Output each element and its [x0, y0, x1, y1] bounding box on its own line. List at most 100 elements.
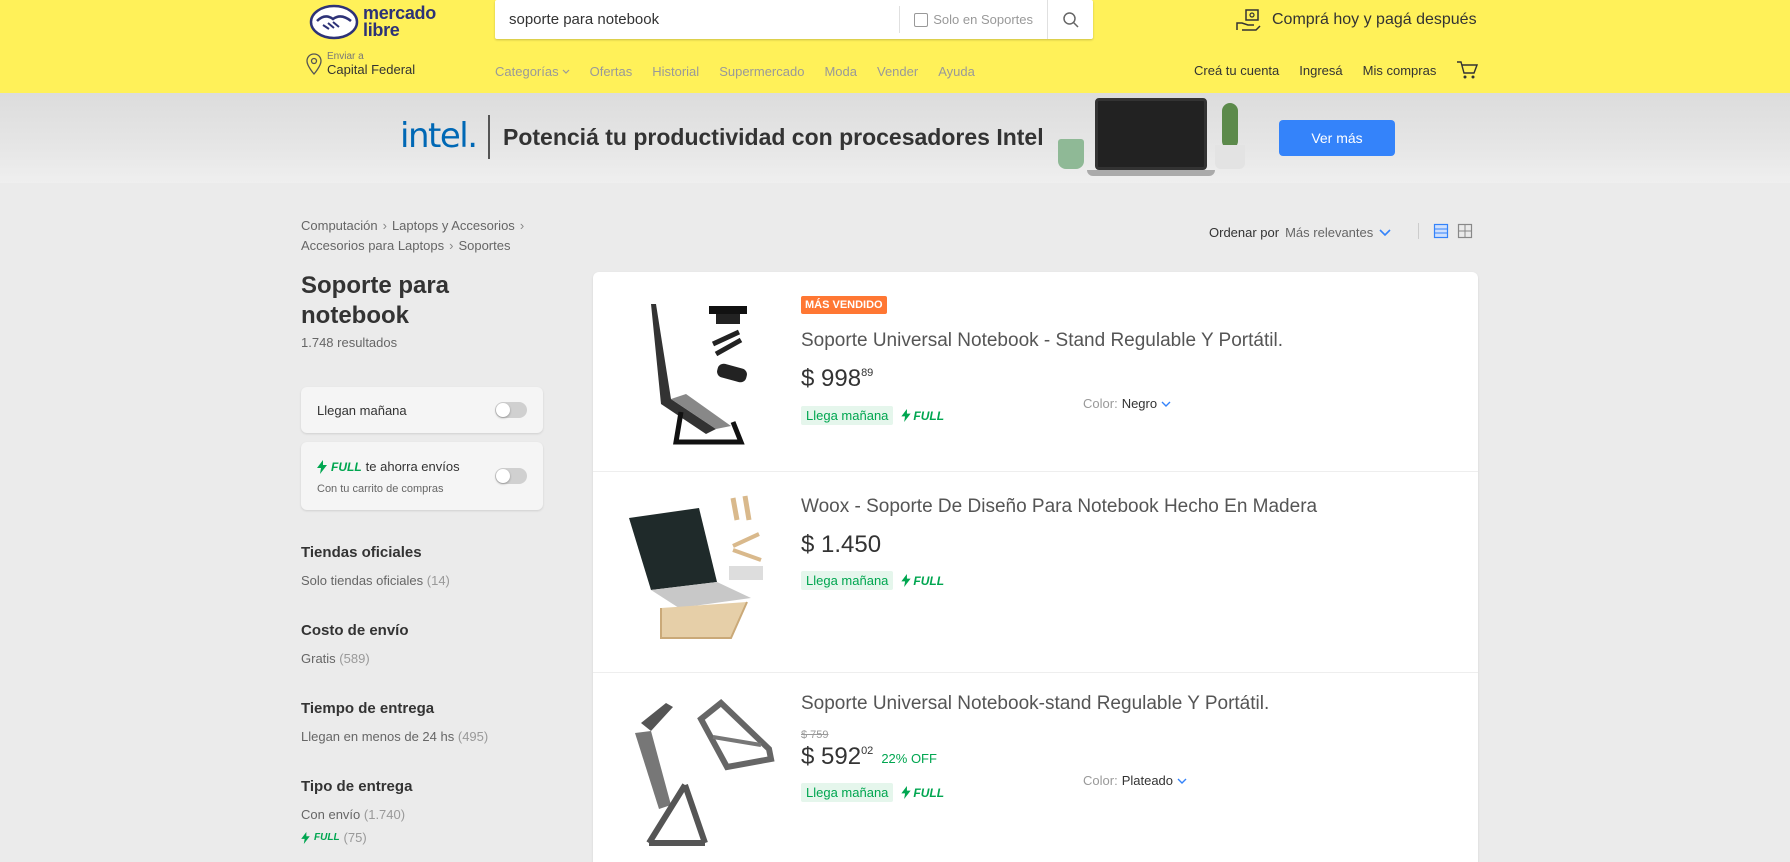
banner-cactus-image — [1222, 103, 1238, 149]
sort-control[interactable]: Ordenar por Más relevantes — [1209, 225, 1391, 240]
product-image[interactable] — [621, 490, 781, 650]
lightning-icon — [901, 574, 912, 587]
old-price: $ 759 — [801, 729, 829, 741]
filter-llegan-manana[interactable]: Llegan mañana — [301, 387, 543, 433]
product-image[interactable] — [621, 693, 781, 853]
intel-promo-banner[interactable]: intel. Potenciá tu productividad con pro… — [0, 93, 1790, 183]
filter-option[interactable]: FULL (75) — [301, 830, 412, 845]
nav-ayuda[interactable]: Ayuda — [938, 64, 975, 79]
color-value: Negro — [1121, 396, 1158, 411]
location-pin-icon — [306, 53, 322, 75]
banner-pot-image — [1215, 145, 1245, 169]
product-price: $ 592 02 22% OFF — [801, 743, 937, 771]
filter-option[interactable]: Gratis (589) — [301, 651, 409, 666]
my-purchases-link[interactable]: Mis compras — [1363, 63, 1437, 78]
filter-full[interactable]: FULL te ahorra envíos Con tu carrito de … — [301, 442, 543, 510]
promo-link[interactable]: Comprá hoy y pagá después — [1236, 8, 1477, 32]
color-value: Plateado — [1121, 773, 1174, 788]
chevron-right-icon: › — [519, 218, 525, 233]
product-title[interactable]: Woox - Soporte De Diseño Para Notebook H… — [801, 496, 1317, 518]
banner-ver-mas-button[interactable]: Ver más — [1279, 120, 1395, 156]
search-input[interactable] — [495, 0, 900, 39]
sort-label: Ordenar por — [1209, 225, 1280, 240]
nav-moda[interactable]: Moda — [824, 64, 857, 79]
search-bar: Solo en Soportes — [495, 0, 1093, 39]
filter-option-count: (75) — [343, 830, 367, 845]
product-price: $ 998 89 — [801, 365, 873, 393]
price-amount: $ 1.450 — [801, 531, 882, 558]
breadcrumb-computacion[interactable]: Computación — [301, 218, 378, 233]
handshake-logo-icon — [309, 4, 359, 40]
product-price: $ 1.450 — [801, 531, 881, 559]
breadcrumb-soportes[interactable]: Soportes — [458, 238, 510, 253]
filter-section-title: Costo de envío — [301, 622, 409, 639]
arrival-badge: Llega mañana — [801, 571, 894, 590]
shipping-location[interactable]: Enviar a Capital Federal — [306, 51, 415, 77]
filter-option-label: Gratis — [301, 651, 336, 666]
filter-full-label: te ahorra envíos — [365, 459, 460, 474]
search-scope-filter[interactable]: Solo en Soportes — [899, 6, 1047, 33]
hand-money-icon — [1236, 9, 1261, 31]
page-title: Soporte para notebook — [301, 272, 450, 329]
list-item[interactable]: Woox - Soporte De Diseño Para Notebook H… — [593, 472, 1478, 673]
filter-option-label: Con envío — [301, 807, 361, 822]
search-scope-label: Solo en Soportes — [933, 12, 1033, 27]
filter-llegan-manana-label: Llegan mañana — [317, 403, 407, 418]
color-label: Color: — [1083, 773, 1118, 788]
breadcrumb-accesorios[interactable]: Accesorios para Laptops — [301, 238, 444, 253]
logo-line2: libre — [363, 20, 400, 40]
product-title[interactable]: Soporte Universal Notebook-stand Regulab… — [801, 693, 1269, 715]
intel-logo: intel. — [400, 116, 478, 156]
full-badge: FULL — [913, 785, 945, 800]
lightning-icon — [317, 459, 327, 474]
price-amount: $ 998 — [801, 365, 862, 392]
nav-historial[interactable]: Historial — [652, 64, 699, 79]
mercadolibre-logo[interactable]: mercado libre — [309, 3, 436, 41]
filter-option[interactable]: Llegan en menos de 24 hs (495) — [301, 729, 488, 744]
filter-option-label: Solo tiendas oficiales — [301, 573, 424, 588]
list-item[interactable]: Soporte Universal Notebook-stand Regulab… — [593, 673, 1478, 862]
filter-section-title: Tipo de entrega — [301, 778, 413, 795]
chevron-down-icon — [1177, 778, 1187, 784]
list-item[interactable]: MÁS VENDIDO Soporte Universal Notebook -… — [593, 272, 1478, 472]
filter-option-count: (589) — [339, 651, 370, 666]
login-link[interactable]: Ingresá — [1299, 63, 1342, 78]
view-divider — [1418, 223, 1419, 239]
filter-option[interactable]: Con envío (1.740) — [301, 807, 412, 822]
nav-ofertas[interactable]: Ofertas — [590, 64, 633, 79]
sort-value: Más relevantes — [1285, 225, 1374, 240]
full-badge: FULL — [913, 573, 945, 588]
filter-section-title: Tiendas oficiales — [301, 544, 422, 561]
product-image[interactable] — [621, 294, 781, 454]
search-scope-checkbox[interactable] — [914, 12, 929, 27]
filter-costo-envio: Costo de envío Gratis (589) — [301, 622, 409, 666]
banner-laptop-image — [1087, 98, 1215, 176]
results-count: 1.748 resultados — [301, 335, 398, 350]
color-selector[interactable]: Color: Negro — [1083, 396, 1171, 411]
bestseller-badge: MÁS VENDIDO — [801, 296, 887, 314]
filter-full-toggle[interactable] — [495, 468, 527, 484]
price-cents: 89 — [861, 367, 874, 379]
nav-categorias[interactable]: Categorías — [495, 64, 570, 79]
header: mercado libre Solo en Soportes Comprá ho… — [0, 0, 1790, 93]
banner-headline: Potenciá tu productividad con procesador… — [503, 124, 1044, 150]
arrival-badge: Llega mañana — [801, 783, 894, 802]
nav-supermercado[interactable]: Supermercado — [719, 64, 804, 79]
nav-categorias-label: Categorías — [495, 64, 559, 79]
chevron-down-icon — [562, 69, 570, 74]
product-title[interactable]: Soporte Universal Notebook - Stand Regul… — [801, 330, 1283, 352]
nav-vender[interactable]: Vender — [877, 64, 918, 79]
color-selector[interactable]: Color: Plateado — [1083, 773, 1187, 788]
breadcrumb-laptops[interactable]: Laptops y Accesorios — [392, 218, 515, 233]
promo-text: Comprá hoy y pagá después — [1272, 11, 1477, 28]
filter-tipo-entrega: Tipo de entrega Con envío (1.740) FULL (… — [301, 778, 412, 845]
lightning-icon — [301, 831, 310, 844]
search-button[interactable] — [1047, 0, 1093, 39]
create-account-link[interactable]: Creá tu cuenta — [1194, 63, 1279, 78]
cart-icon[interactable] — [1456, 60, 1479, 80]
filter-llegan-manana-toggle[interactable] — [495, 402, 527, 418]
color-label: Color: — [1083, 396, 1118, 411]
filter-option[interactable]: Solo tiendas oficiales (14) — [301, 573, 450, 588]
list-view-icon[interactable] — [1433, 223, 1449, 239]
grid-view-icon[interactable] — [1457, 223, 1473, 239]
